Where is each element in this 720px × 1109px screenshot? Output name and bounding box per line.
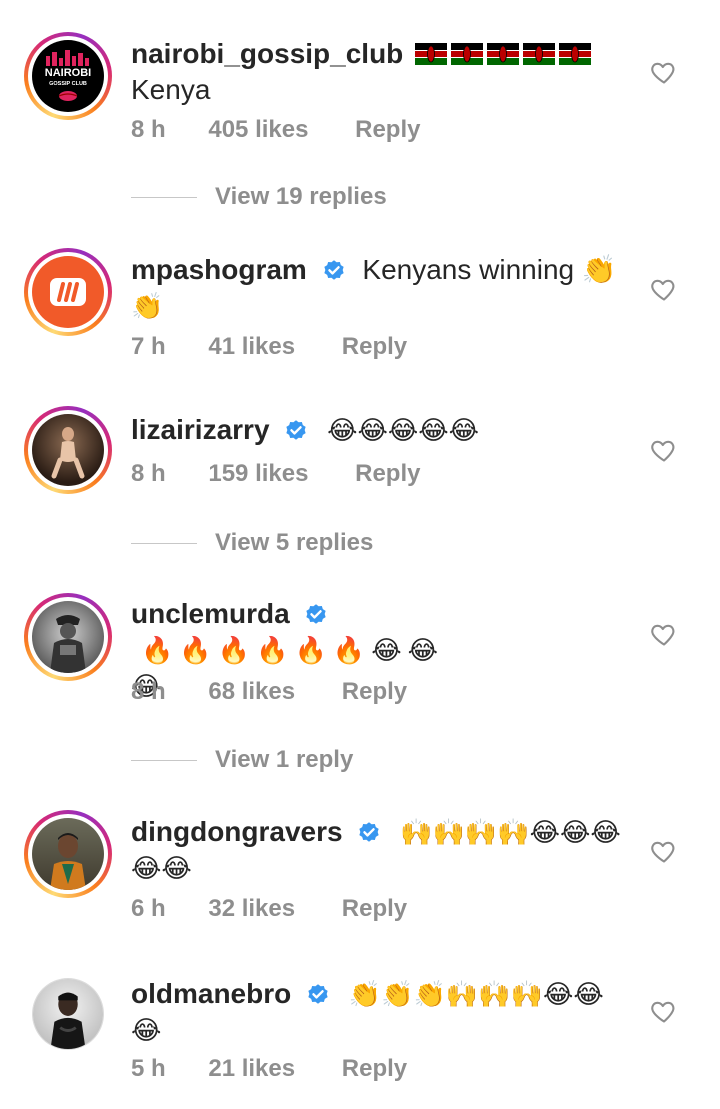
view-replies-label: View 19 replies: [215, 183, 387, 210]
heart-outline-icon[interactable]: [650, 620, 678, 648]
avatar[interactable]: [24, 810, 112, 898]
heart-outline-icon[interactable]: [650, 997, 678, 1025]
comment-time: 6 h: [131, 895, 166, 922]
view-replies-button[interactable]: View 19 replies: [131, 183, 387, 211]
comment-username[interactable]: nairobi_gossip_club: [131, 38, 403, 69]
comment-username[interactable]: mpashogram: [131, 254, 307, 285]
comment-time: 8 h: [131, 116, 166, 143]
comment-text: 👏👏👏🙌🙌🙌😂😂: [348, 980, 604, 1010]
comment-time: 8 h: [131, 678, 166, 705]
divider-line: [131, 196, 197, 198]
avatar-photo: [50, 615, 86, 673]
comment-text: 🔥🔥🔥🔥🔥🔥😂😂: [141, 636, 444, 666]
avatar[interactable]: [24, 406, 112, 494]
kenya-flag-icon: [523, 43, 556, 65]
comment-likes[interactable]: 405 likes: [208, 116, 308, 143]
avatar-photo: [50, 992, 86, 1049]
heart-outline-icon[interactable]: [650, 436, 678, 464]
comment-text: Kenyans winning 👏: [362, 254, 617, 285]
heart-outline-icon[interactable]: [650, 275, 678, 303]
comment-time: 7 h: [131, 333, 166, 360]
verified-badge-icon: [308, 984, 328, 1004]
avatar[interactable]: [32, 978, 104, 1050]
avatar-photo: [50, 833, 86, 890]
comment-text: 🙌🙌🙌🙌😂😂😂: [400, 818, 621, 848]
kenya-flag-icon: [415, 43, 448, 65]
comment-username[interactable]: unclemurda: [131, 598, 290, 629]
kenya-flag-icon: [487, 43, 520, 65]
reply-button[interactable]: Reply: [355, 460, 420, 487]
nairobi-skyline-logo: NAIROBI GOSSIP CLUB: [45, 50, 91, 101]
avatar-photo: [51, 427, 85, 479]
view-replies-button[interactable]: View 1 reply: [131, 746, 353, 774]
kenya-flag-icon: [451, 43, 484, 65]
verified-badge-icon: [286, 420, 306, 440]
view-replies-label: View 1 reply: [215, 746, 354, 773]
comment-username[interactable]: oldmanebro: [131, 978, 291, 1009]
comment-text: Kenya: [131, 74, 211, 105]
heart-outline-icon[interactable]: [650, 837, 678, 865]
avatar[interactable]: NAIROBI GOSSIP CLUB: [24, 32, 112, 120]
kenya-flag-icons: [415, 38, 595, 69]
divider-line: [131, 759, 197, 761]
reply-button[interactable]: Reply: [342, 1055, 407, 1082]
reply-button[interactable]: Reply: [342, 678, 407, 705]
reply-button[interactable]: Reply: [342, 333, 407, 360]
view-replies-button[interactable]: View 5 replies: [131, 529, 373, 557]
comment-likes[interactable]: 21 likes: [208, 1055, 295, 1082]
kenya-flag-icon: [559, 43, 592, 65]
comment-time: 5 h: [131, 1055, 166, 1082]
heart-outline-icon[interactable]: [650, 58, 678, 86]
comment-username[interactable]: lizairizarry: [131, 414, 270, 445]
comment-text: 😂😂😂😂😂: [327, 416, 479, 446]
reply-button[interactable]: Reply: [342, 895, 407, 922]
avatar-logo-subtitle: GOSSIP CLUB: [49, 81, 87, 87]
avatar-logo-title: NAIROBI: [45, 67, 91, 79]
divider-line: [131, 542, 197, 544]
view-replies-label: View 5 replies: [215, 529, 374, 556]
comment-likes[interactable]: 159 likes: [208, 460, 308, 487]
verified-badge-icon: [306, 604, 327, 624]
mpashogram-logo: [50, 278, 86, 306]
comment-likes[interactable]: 41 likes: [208, 333, 295, 360]
avatar[interactable]: [24, 248, 112, 336]
comment-text-line2: 😂: [131, 1016, 162, 1046]
comment-likes[interactable]: 68 likes: [208, 678, 295, 705]
comment-text-line2: 👏: [131, 292, 164, 322]
avatar[interactable]: [24, 593, 112, 681]
comment-text-line2: 😂😂: [131, 854, 192, 884]
comment-username[interactable]: dingdongravers: [131, 816, 343, 847]
reply-button[interactable]: Reply: [355, 116, 420, 143]
verified-badge-icon: [359, 822, 380, 842]
comment-likes[interactable]: 32 likes: [208, 895, 295, 922]
verified-badge-icon: [323, 260, 344, 280]
comment-time: 8 h: [131, 460, 166, 487]
